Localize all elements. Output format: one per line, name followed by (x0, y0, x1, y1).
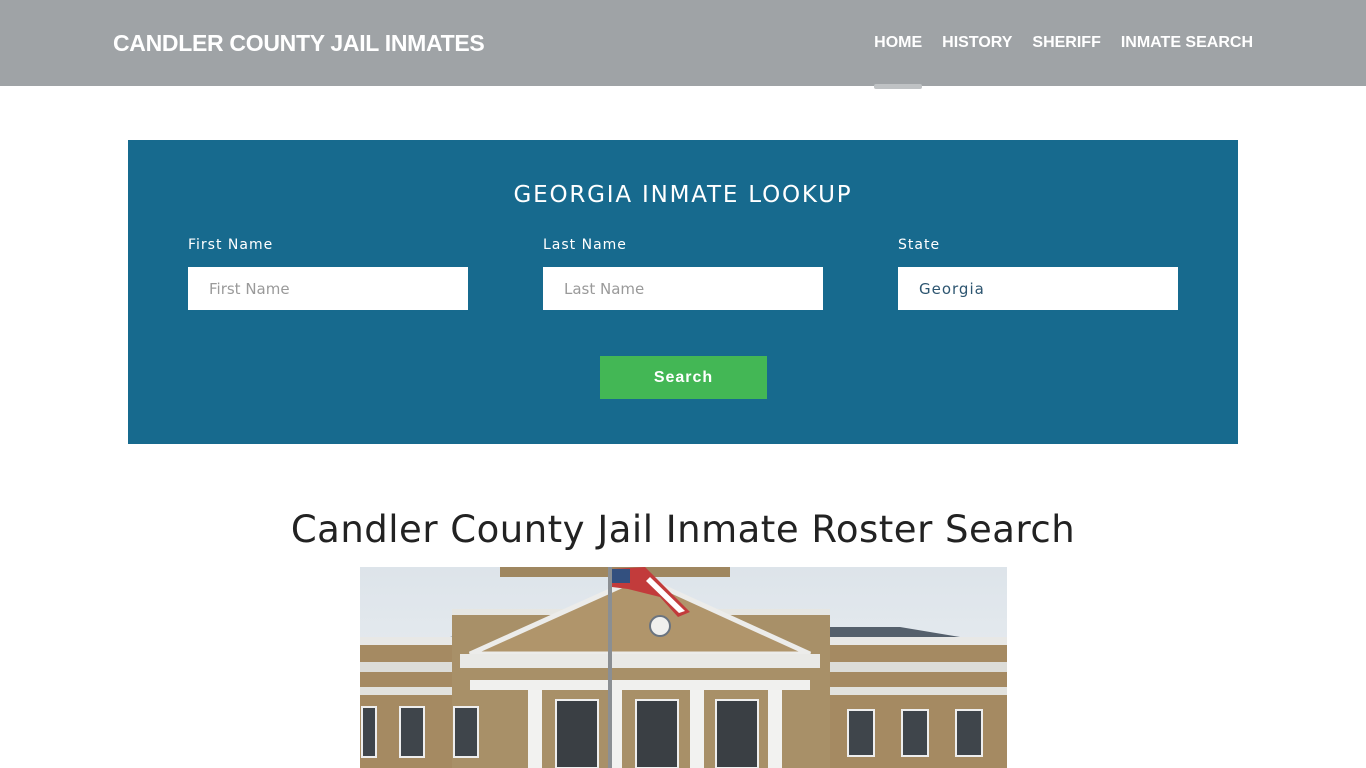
courthouse-image (360, 567, 1007, 768)
state-select[interactable]: Georgia (898, 267, 1178, 310)
first-name-group: First Name (188, 237, 468, 310)
last-name-group: Last Name (543, 237, 823, 310)
state-group: State Georgia (898, 237, 1178, 310)
inmate-lookup-form: GEORGIA INMATE LOOKUP First Name Last Na… (128, 140, 1238, 444)
state-label: State (898, 237, 941, 253)
main-nav: HOME HISTORY SHERIFF INMATE SEARCH (874, 34, 1253, 89)
last-name-label: Last Name (543, 237, 627, 253)
nav-home[interactable]: HOME (874, 34, 923, 89)
last-name-input[interactable] (543, 267, 823, 310)
nav-sheriff[interactable]: SHERIFF (1032, 34, 1100, 52)
first-name-input[interactable] (188, 267, 468, 310)
lookup-title: GEORGIA INMATE LOOKUP (513, 182, 853, 208)
page-title: Candler County Jail Inmate Roster Search (290, 508, 1076, 551)
courthouse-illustration (360, 567, 1007, 768)
navbar: CANDLER COUNTY JAIL INMATES HOME HISTORY… (0, 0, 1366, 89)
nav-inmate-search[interactable]: INMATE SEARCH (1121, 34, 1253, 52)
site-brand-link[interactable]: CANDLER COUNTY JAIL INMATES (113, 30, 485, 57)
nav-history[interactable]: HISTORY (942, 34, 1012, 52)
search-button[interactable]: Search (600, 356, 767, 399)
first-name-label: First Name (188, 237, 274, 253)
